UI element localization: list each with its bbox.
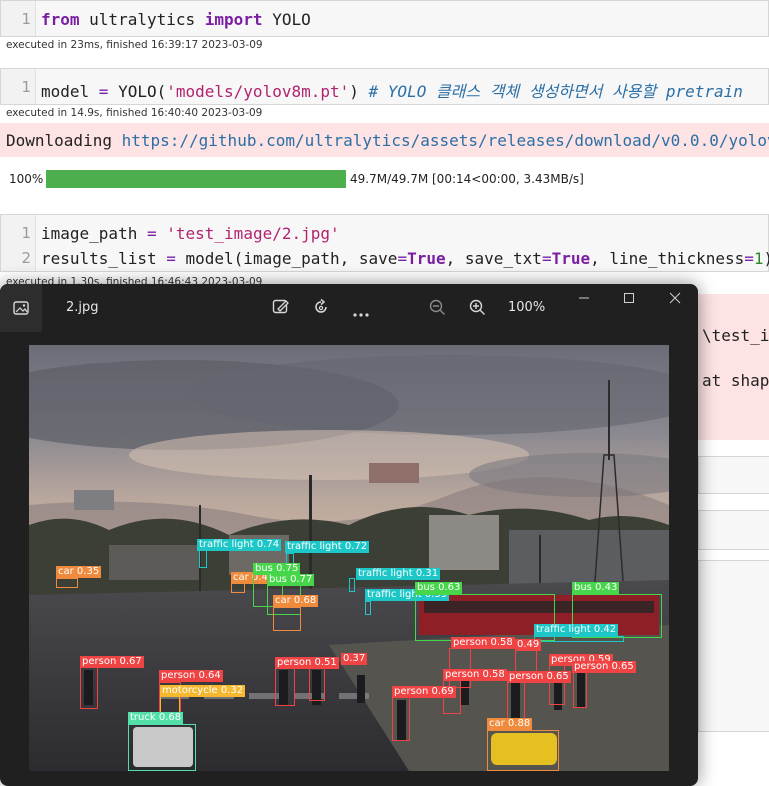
code-line: from ultralytics import YOLO	[41, 10, 311, 29]
output-fragment-path: \test_i	[702, 326, 769, 345]
detection-label: person 0.51	[275, 657, 339, 669]
photos-viewer-window[interactable]: 2.jpg 100% traffic light 0.74 traffic li…	[0, 284, 698, 786]
detection-box	[309, 665, 325, 701]
viewer-filename: 2.jpg	[66, 300, 99, 315]
detection-box	[507, 682, 525, 722]
detection-label: car 0.35	[56, 566, 102, 578]
photo-canvas[interactable]: traffic light 0.74 traffic light 0.72 ca…	[29, 345, 669, 771]
detection-box	[199, 550, 207, 568]
download-output: Downloading https://github.com/ultralyti…	[0, 123, 769, 157]
code-cell-1[interactable]: 1 from ultralytics import YOLO	[0, 0, 769, 37]
zoom-level[interactable]: 100%	[508, 300, 545, 315]
detection-label: car 0.68	[273, 595, 319, 607]
detection-label: person 0.67	[80, 656, 144, 668]
detection-label: 0.49	[515, 639, 542, 651]
detection-label: person 0.58	[443, 669, 507, 681]
progress-stats: 49.7M/49.7M [00:14<00:00, 3.43MB/s]	[350, 172, 584, 186]
cell-fragment	[698, 560, 769, 732]
output-fragment-shape: at shap	[702, 371, 769, 390]
cell-status: executed in 23ms, finished 16:39:17 2023…	[6, 39, 263, 51]
detection-box	[275, 668, 295, 706]
detection-label: person 0.64	[159, 670, 223, 682]
progress-bar	[46, 170, 346, 188]
detection-box	[365, 601, 371, 615]
detection-label: bus 0.43	[572, 582, 620, 594]
progress-row: 100% 49.7M/49.7M [00:14<00:00, 3.43MB/s]	[0, 168, 769, 192]
cell-fragment	[698, 510, 769, 550]
cell-status: executed in 14.9s, finished 16:40:40 202…	[6, 107, 263, 119]
code-line: image_path = 'test_image/2.jpg'	[41, 224, 340, 243]
detection-label: motorcycle 0.32	[160, 685, 246, 697]
line-number: 1	[21, 78, 31, 96]
close-icon[interactable]	[669, 290, 681, 308]
download-link[interactable]: https://github.com/ultralytics/assets/re…	[122, 131, 769, 150]
detection-label: person 0.65	[572, 661, 636, 673]
cell-fragment	[698, 456, 769, 494]
detection-label: bus 0.63	[415, 582, 463, 594]
detection-box	[128, 724, 196, 771]
detection-label: bus 0.77	[267, 574, 315, 586]
detection-box	[392, 697, 410, 741]
detection-box	[231, 583, 245, 593]
rotate-icon[interactable]	[312, 298, 330, 320]
detection-label: traffic light 0.72	[285, 541, 370, 553]
code-line: results_list = model(image_path, save=Tr…	[41, 249, 769, 268]
line-number: 1	[21, 224, 31, 242]
detection-box	[573, 672, 587, 708]
detection-label: car 0.88	[487, 718, 533, 730]
viewer-titlebar[interactable]: 2.jpg 100%	[0, 284, 698, 332]
detection-box	[349, 578, 355, 592]
zoom-in-icon[interactable]	[469, 299, 486, 320]
line-number: 2	[21, 249, 31, 267]
detection-box	[56, 578, 78, 588]
detection-label: person 0.65	[507, 671, 571, 683]
detection-label: person 0.58	[451, 637, 515, 649]
zoom-out-icon[interactable]	[429, 299, 446, 320]
more-icon[interactable]	[352, 304, 370, 322]
gallery-icon[interactable]	[0, 284, 42, 332]
detection-box	[273, 607, 301, 631]
error-output: \test_i at shap	[690, 294, 769, 440]
detection-box	[534, 636, 624, 642]
line-number: 1	[21, 10, 31, 28]
detection-box	[80, 667, 98, 709]
detection-label: truck 0.68	[128, 712, 184, 724]
detection-label: traffic light 0.31	[356, 568, 441, 580]
detection-label: traffic light 0.42	[534, 624, 619, 636]
progress-percent: 100%	[9, 172, 44, 186]
detection-box	[487, 730, 559, 771]
progress-fill	[46, 170, 346, 188]
code-cell-3[interactable]: 1 2 image_path = 'test_image/2.jpg' resu…	[0, 214, 769, 272]
code-cell-2[interactable]: 1 model = YOLO('models/yolov8m.pt') # YO…	[0, 68, 769, 105]
detection-label: person 0.69	[392, 686, 456, 698]
code-line: model = YOLO('models/yolov8m.pt') # YOLO…	[41, 82, 743, 101]
detection-label: 0.37	[341, 653, 368, 665]
maximize-icon[interactable]	[623, 290, 635, 308]
download-text: Downloading https://github.com/ultralyti…	[6, 131, 769, 150]
detection-label: traffic light 0.74	[197, 539, 282, 551]
edit-image-icon[interactable]	[272, 298, 290, 320]
minimize-icon[interactable]	[578, 290, 590, 308]
